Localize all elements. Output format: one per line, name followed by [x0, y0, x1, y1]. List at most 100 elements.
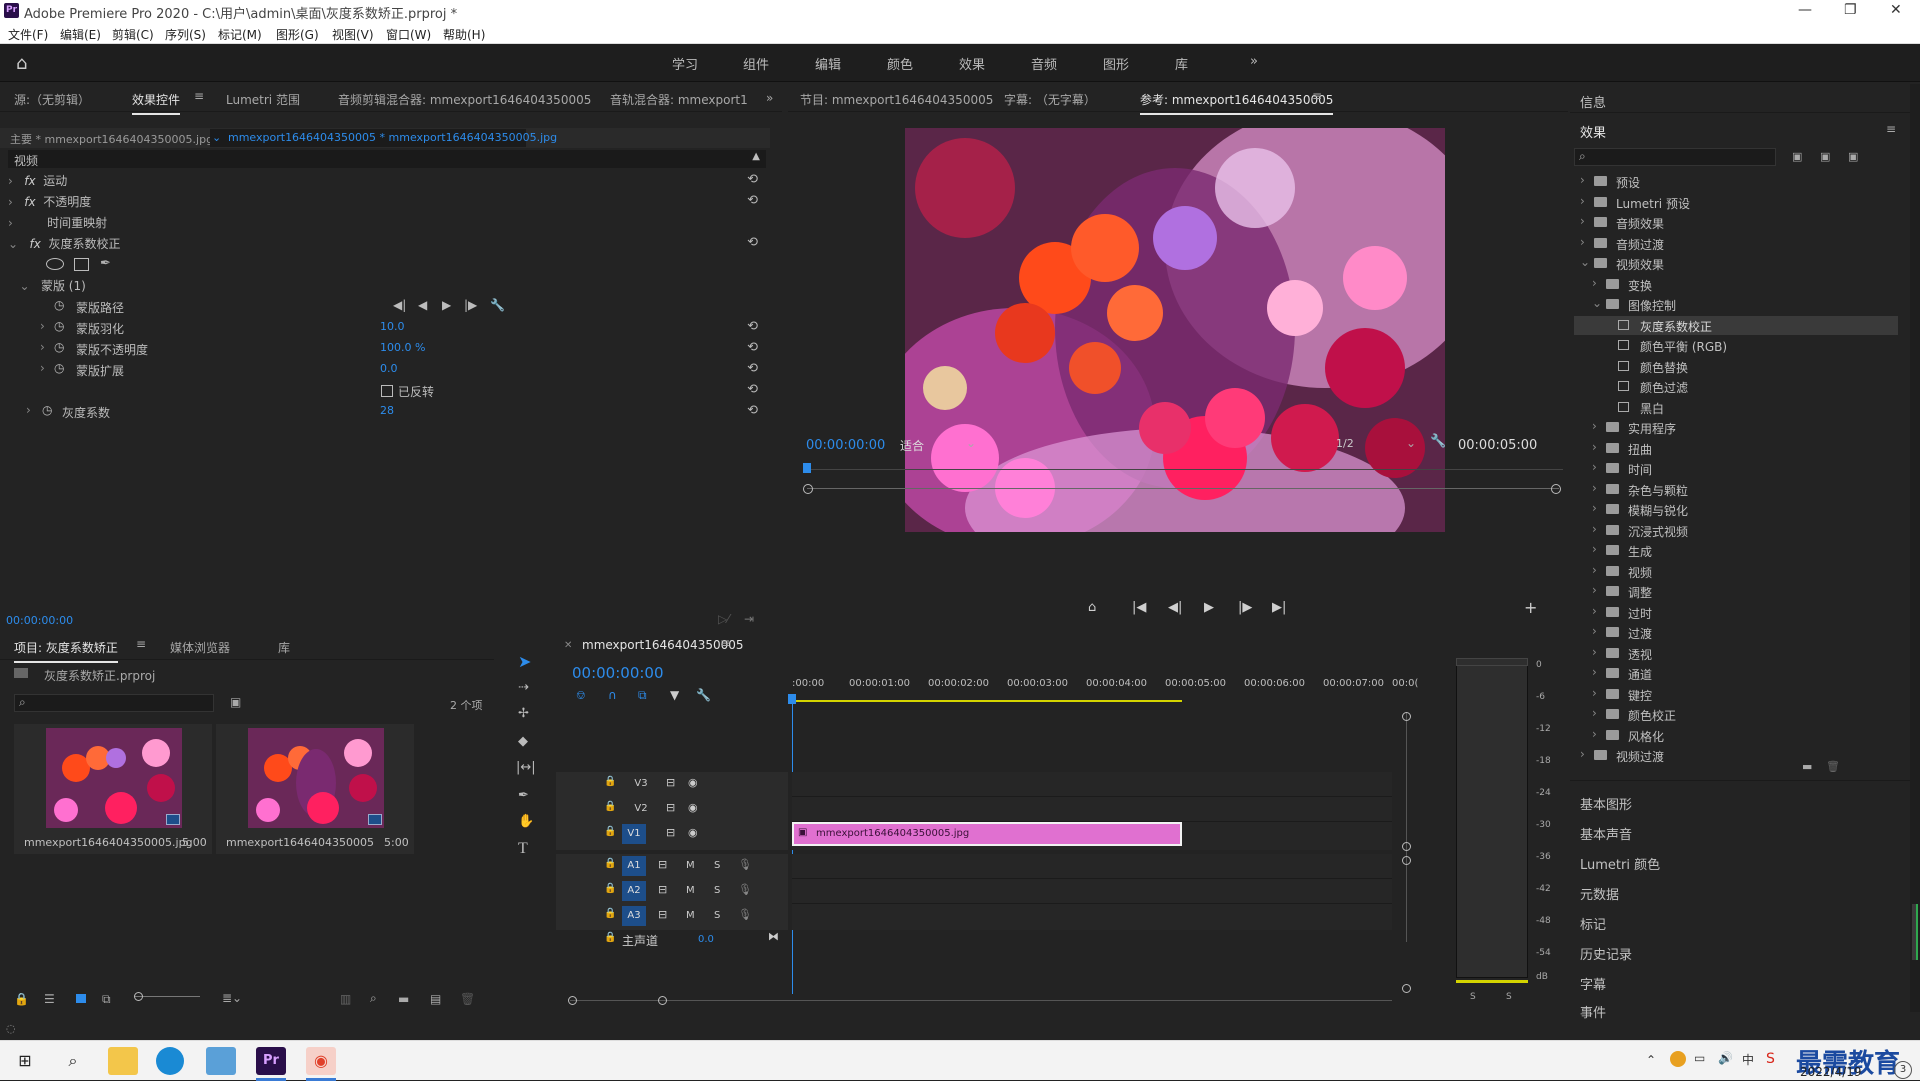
more-workspaces-icon[interactable]: » [1250, 54, 1258, 69]
chevron-right-icon[interactable]: › [1592, 460, 1597, 474]
toggle-sync-lock-icon[interactable]: ⊟ [666, 776, 675, 789]
new-bin-from-search-icon[interactable]: ▣ [230, 695, 241, 709]
mask-inverted-row[interactable]: 已反转 ⟲ [8, 382, 768, 402]
effect-folder[interactable]: › 音频效果 [1574, 213, 1898, 232]
hand-tool-icon[interactable]: ✋ [518, 814, 534, 829]
track-label-a1[interactable]: A1 [622, 856, 646, 876]
track-select-tool-icon[interactable]: ⇢ [518, 680, 529, 695]
effect-item[interactable]: 颜色平衡 (RGB) [1574, 336, 1898, 355]
sort-icon[interactable]: ≣⌄ [222, 991, 242, 1005]
eye-icon[interactable]: ◉ [688, 801, 698, 814]
effect-folder[interactable]: › 键控 [1574, 685, 1898, 704]
effect-folder[interactable]: › 颜色校正 [1574, 705, 1898, 724]
tab-menu-icon[interactable]: ≡ [1312, 89, 1322, 103]
chevron-down-icon[interactable]: ⌄ [1592, 296, 1602, 310]
panel-menu-icon[interactable]: ≡ [1886, 122, 1896, 136]
solo-button[interactable]: S [714, 860, 720, 871]
project-search-input[interactable]: ⌕ [14, 694, 214, 712]
lock-icon[interactable]: 🔒 [604, 932, 616, 943]
chevron-right-icon[interactable]: › [1592, 481, 1597, 495]
effect-folder[interactable]: › 视频过渡 [1574, 746, 1898, 765]
search-icon[interactable]: ⌕ [58, 1047, 88, 1075]
lock-icon[interactable]: 🔒 [14, 992, 29, 1006]
chevron-right-icon[interactable]: › [1592, 665, 1597, 679]
reset-icon[interactable]: ⟲ [747, 403, 758, 418]
panel-metadata[interactable]: 元数据 [1580, 884, 1619, 903]
timeline-settings-icon[interactable]: 🔧 [696, 688, 711, 702]
chevron-right-icon[interactable]: › [1592, 686, 1597, 700]
tab-libraries[interactable]: 库 [278, 639, 290, 656]
file-explorer-icon[interactable] [108, 1047, 138, 1075]
selection-tool-icon[interactable]: ➤ [518, 652, 531, 671]
track-mask-forward-icon[interactable]: |▶ [464, 298, 477, 312]
panel-essential-sound[interactable]: 基本声音 [1580, 824, 1632, 843]
track-label-a2[interactable]: A2 [622, 881, 646, 901]
effect-item[interactable]: 颜色替换 [1574, 357, 1898, 376]
windows-start-icon[interactable]: ⊞ [10, 1047, 40, 1075]
effect-folder[interactable]: › 变换 [1574, 275, 1898, 294]
linked-selection-icon[interactable]: ⧉ [638, 688, 647, 703]
new-bin-icon[interactable]: ▬ [1802, 760, 1812, 773]
menu-file[interactable]: 文件(F) [8, 26, 48, 43]
effects-search-input[interactable]: ⌕ [1574, 148, 1776, 166]
go-to-out-icon[interactable]: ▶| [1272, 600, 1286, 615]
play-icon[interactable]: ▶ [1204, 600, 1214, 615]
master-clip-label[interactable]: 主要 * mmexport1646404350005.jpg [10, 131, 213, 147]
effect-folder[interactable]: › 音频过渡 [1574, 234, 1898, 253]
effect-folder[interactable]: › 通道 [1574, 664, 1898, 683]
solo-right-button[interactable]: S [1506, 992, 1512, 1002]
effect-folder[interactable]: › 扭曲 [1574, 439, 1898, 458]
reset-icon[interactable]: ⟲ [747, 361, 758, 376]
effect-folder[interactable]: › 时间 [1574, 459, 1898, 478]
menu-help[interactable]: 帮助(H) [443, 26, 485, 43]
solo-button[interactable]: S [714, 910, 720, 921]
project-item[interactable]: mmexport1646404350005 5:00 [216, 724, 414, 854]
desktop-app-icon[interactable] [206, 1047, 236, 1075]
mute-button[interactable]: M [686, 910, 695, 921]
effect-folder[interactable]: › 调整 [1574, 582, 1898, 601]
effect-folder[interactable]: › 生成 [1574, 541, 1898, 560]
reset-icon[interactable]: ⟲ [747, 172, 758, 187]
effect-item[interactable]: 灰度系数校正 [1574, 315, 1898, 335]
mask-row[interactable]: ⌄ 蒙版 (1) [8, 277, 768, 297]
mute-button[interactable]: M [686, 860, 695, 871]
quality-dropdown[interactable]: 1/2 ⌄ [1336, 434, 1426, 454]
tab-overflow-icon[interactable]: » [766, 91, 773, 105]
effect-folder[interactable]: › 过渡 [1574, 623, 1898, 642]
effect-row-gamma-correction[interactable]: ⌄ fx 灰度系数校正 ⟲ [8, 235, 768, 255]
rectangle-mask-icon[interactable] [74, 258, 89, 271]
ellipse-mask-icon[interactable] [46, 258, 64, 270]
timeline-timecode[interactable]: 00:00:00:00 [572, 664, 664, 682]
lock-icon[interactable]: 🔒 [604, 858, 616, 869]
effect-folder[interactable]: › 杂色与颗粒 [1574, 480, 1898, 499]
stopwatch-icon[interactable]: ◷ [42, 403, 52, 417]
reset-icon[interactable]: ⟲ [747, 340, 758, 355]
menu-sequence[interactable]: 序列(S) [165, 26, 206, 43]
panel-lumetri-color[interactable]: Lumetri 颜色 [1580, 854, 1660, 873]
solo-left-button[interactable]: S [1470, 992, 1476, 1002]
antivirus-icon[interactable]: S [1766, 1051, 1775, 1067]
panel-events[interactable]: 事件 [1580, 1002, 1606, 1021]
chevron-right-icon[interactable]: › [1592, 563, 1597, 577]
tab-program[interactable]: 节目: mmexport1646404350005 [800, 91, 993, 108]
workspace-color[interactable]: 颜色 [887, 54, 913, 73]
step-forward-icon[interactable]: |▶ [1238, 600, 1252, 615]
solo-button[interactable]: S [714, 885, 720, 896]
automate-icon[interactable]: ▥ [340, 992, 351, 1006]
chevron-right-icon[interactable]: › [1592, 501, 1597, 515]
track-label-v1[interactable]: V1 [622, 824, 646, 844]
stopwatch-icon[interactable]: ◷ [54, 298, 64, 312]
new-item-icon[interactable]: ▤ [430, 992, 441, 1006]
accelerated-effects-icon[interactable]: ▣ [1792, 150, 1802, 163]
stopwatch-icon[interactable]: ◷ [54, 319, 64, 333]
master-track-value[interactable]: 0.0 [698, 934, 714, 945]
reset-icon[interactable]: ⟲ [747, 193, 758, 208]
tray-app-icon[interactable] [1670, 1051, 1686, 1067]
type-tool-icon[interactable]: T [518, 840, 528, 858]
icon-view-icon[interactable] [76, 994, 86, 1003]
scroll-handle[interactable] [1402, 842, 1411, 851]
gamma-row[interactable]: › ◷ 灰度系数 28 ⟲ [8, 403, 768, 423]
menu-edit[interactable]: 编辑(E) [60, 26, 101, 43]
effect-folder[interactable]: › 实用程序 [1574, 418, 1898, 437]
go-to-end-icon[interactable]: ⧓ [768, 930, 779, 943]
